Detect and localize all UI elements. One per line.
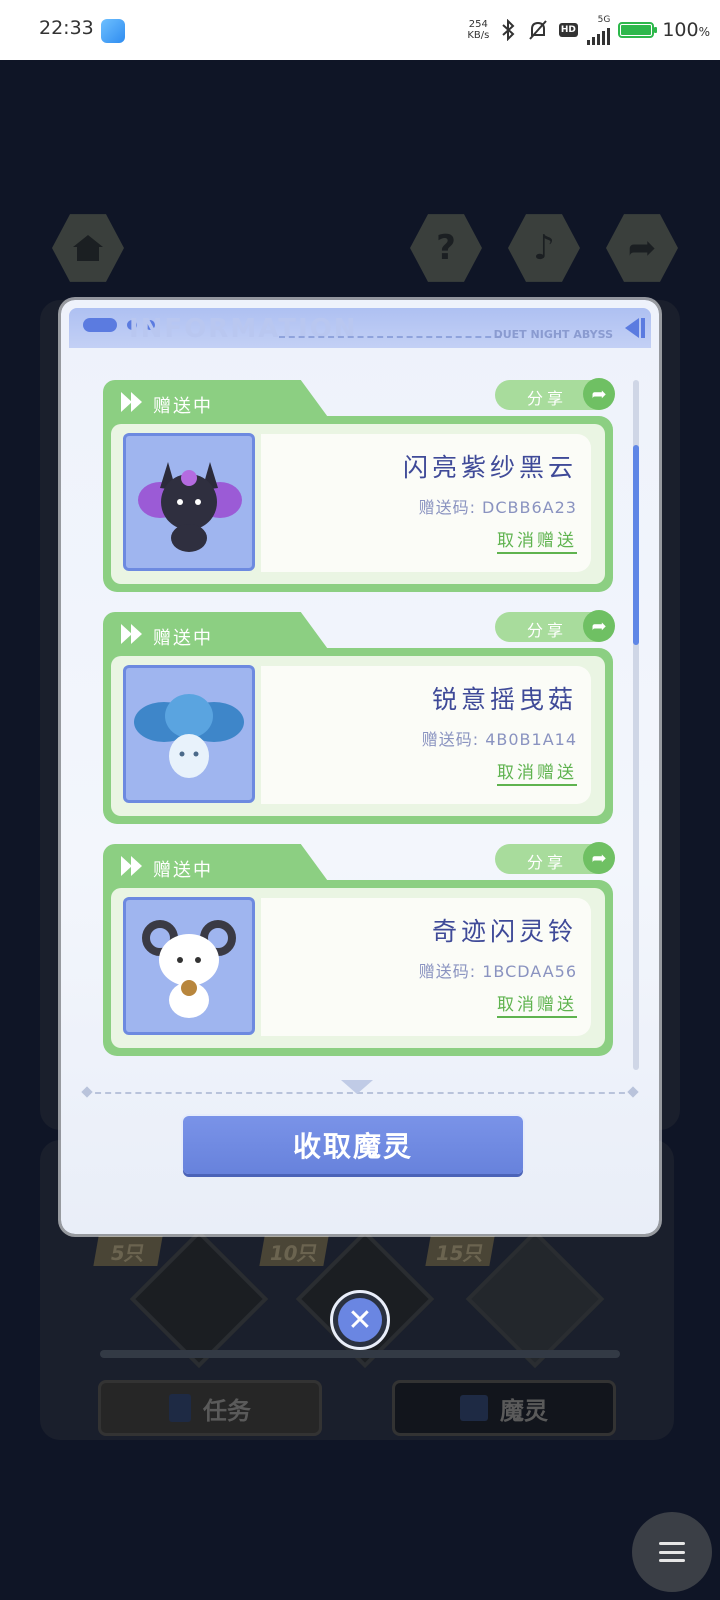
net-speed-value: 254	[468, 19, 488, 30]
close-icon: ✕	[338, 1298, 382, 1342]
gift-card-body: 闪亮紫纱黑云 赠送码: DCBB6A23 取消赠送	[103, 416, 613, 592]
pet-name: 闪亮紫纱黑云	[402, 453, 577, 482]
gift-code: 赠送码: 4B0B1A14	[421, 730, 577, 749]
mute-bell-icon	[527, 19, 549, 41]
gift-info-panel: 锐意摇曳菇 赠送码: 4B0B1A14 取消赠送	[261, 666, 591, 804]
gift-code: 赠送码: DCBB6A23	[418, 498, 577, 517]
bluetooth-icon	[497, 19, 519, 41]
music-icon: ♪	[508, 214, 580, 282]
gift-code: 赠送码: 1BCDAA56	[418, 962, 577, 981]
scrollbar-thumb[interactable]	[633, 445, 639, 645]
hamburger-icon	[659, 1542, 685, 1562]
gift-info-panel: 奇迹闪灵铃 赠送码: 1BCDAA56 取消赠送	[261, 898, 591, 1036]
gift-status-label: 赠送中	[153, 628, 213, 649]
header-watermark: INFORMATION	[129, 314, 358, 344]
fast-forward-icon	[121, 624, 147, 644]
signal-icon: 5G	[587, 14, 611, 45]
tab-spirits: 魔灵	[392, 1380, 616, 1436]
dialog-header: INFORMATION DUET NIGHT ABYSS	[69, 308, 651, 348]
tab-tasks: 任务	[98, 1380, 322, 1436]
battery-unit: %	[698, 25, 710, 39]
battery-charging-icon	[618, 22, 658, 38]
share-arrow-icon: ➦	[583, 610, 615, 642]
gift-card-body: 奇迹闪灵铃 赠送码: 1BCDAA56 取消赠送	[103, 880, 613, 1056]
status-icons: 254 KB/s HD 5G 100%	[467, 14, 710, 46]
gift-list[interactable]: 赠送中 分享 ➦ 闪亮紫纱黑云 赠送码: DCBB6A23 取消赠送 赠送中 分…	[103, 378, 615, 1080]
hd-icon: HD	[557, 19, 579, 41]
cancel-gift-link[interactable]: 取消赠送	[497, 758, 577, 786]
fast-forward-icon	[121, 856, 147, 876]
menu-button[interactable]	[632, 1512, 712, 1592]
status-bar: 22:33 254 KB/s HD 5G 100%	[0, 0, 720, 60]
header-brand: DUET NIGHT ABYSS	[493, 328, 613, 341]
battery-value: 100	[662, 19, 699, 41]
fast-forward-icon	[121, 392, 147, 412]
pet-portrait	[123, 433, 255, 571]
gift-card-body: 锐意摇曳菇 赠送码: 4B0B1A14 取消赠送	[103, 648, 613, 824]
gift-status-label: 赠送中	[153, 860, 213, 881]
gift-card: 赠送中 分享 ➦	[103, 378, 615, 592]
task-doc-icon	[169, 1394, 191, 1422]
share-button[interactable]: 分享 ➦	[495, 378, 615, 410]
milestone-progress	[100, 1350, 620, 1358]
share-label: 分享	[527, 853, 568, 872]
pet-name: 锐意摇曳菇	[431, 685, 577, 714]
milestone-badge: 10只	[259, 1236, 329, 1266]
back-arrow-bar	[641, 318, 645, 338]
pet-portrait	[123, 665, 255, 803]
header-decoration	[83, 318, 117, 332]
bell-ram-pet-icon	[142, 920, 236, 1018]
header-dash	[279, 336, 501, 338]
status-time: 22:33	[39, 17, 94, 39]
cancel-gift-link[interactable]: 取消赠送	[497, 990, 577, 1018]
milestone-badge: 15只	[425, 1236, 495, 1266]
gift-card-inner: 闪亮紫纱黑云 赠送码: DCBB6A23 取消赠送	[111, 424, 605, 584]
share-arrow-icon: ➦	[583, 842, 615, 874]
network-speed: 254 KB/s	[467, 19, 489, 41]
gallery-icon	[101, 19, 125, 43]
home-icon	[52, 214, 124, 282]
gift-card-inner: 锐意摇曳菇 赠送码: 4B0B1A14 取消赠送	[111, 656, 605, 816]
share-button[interactable]: 分享 ➦	[495, 842, 615, 874]
battery-percent: 100%	[662, 19, 710, 41]
chevron-down-icon	[341, 1080, 373, 1094]
back-arrow-icon[interactable]	[625, 318, 639, 338]
network-type: 5G	[597, 14, 611, 25]
gift-dialog: INFORMATION DUET NIGHT ABYSS 赠送中 分享 ➦ 闪亮…	[61, 300, 659, 1234]
dark-cloud-pet-icon	[138, 462, 242, 552]
share-icon: ➦	[606, 214, 678, 282]
pet-portrait	[123, 897, 255, 1035]
gift-card-inner: 奇迹闪灵铃 赠送码: 1BCDAA56 取消赠送	[111, 888, 605, 1048]
share-arrow-icon: ➦	[583, 378, 615, 410]
mushroom-pet-icon	[134, 694, 244, 778]
help-icon: ?	[410, 214, 482, 282]
share-label: 分享	[527, 621, 568, 640]
divider-dot	[627, 1086, 639, 1098]
pet-name: 奇迹闪灵铃	[431, 917, 577, 946]
share-label: 分享	[527, 389, 568, 408]
cancel-gift-link[interactable]: 取消赠送	[497, 526, 577, 554]
collect-spirit-button[interactable]: 收取魔灵	[183, 1116, 523, 1174]
spirit-book-icon	[460, 1395, 488, 1421]
gift-info-panel: 闪亮紫纱黑云 赠送码: DCBB6A23 取消赠送	[261, 434, 591, 572]
gift-status-label: 赠送中	[153, 396, 213, 417]
share-button[interactable]: 分享 ➦	[495, 610, 615, 642]
gift-card: 赠送中 分享 ➦	[103, 842, 615, 1056]
close-button[interactable]: ✕	[330, 1290, 390, 1350]
list-scrollbar[interactable]	[633, 380, 639, 1070]
gift-card: 赠送中 分享 ➦	[103, 610, 615, 824]
milestone-badge: 5只	[93, 1236, 163, 1266]
tab-tasks-label: 任务	[203, 1396, 251, 1425]
hd-label: HD	[558, 23, 578, 37]
net-speed-unit: KB/s	[467, 30, 490, 41]
tab-spirits-label: 魔灵	[500, 1396, 548, 1425]
